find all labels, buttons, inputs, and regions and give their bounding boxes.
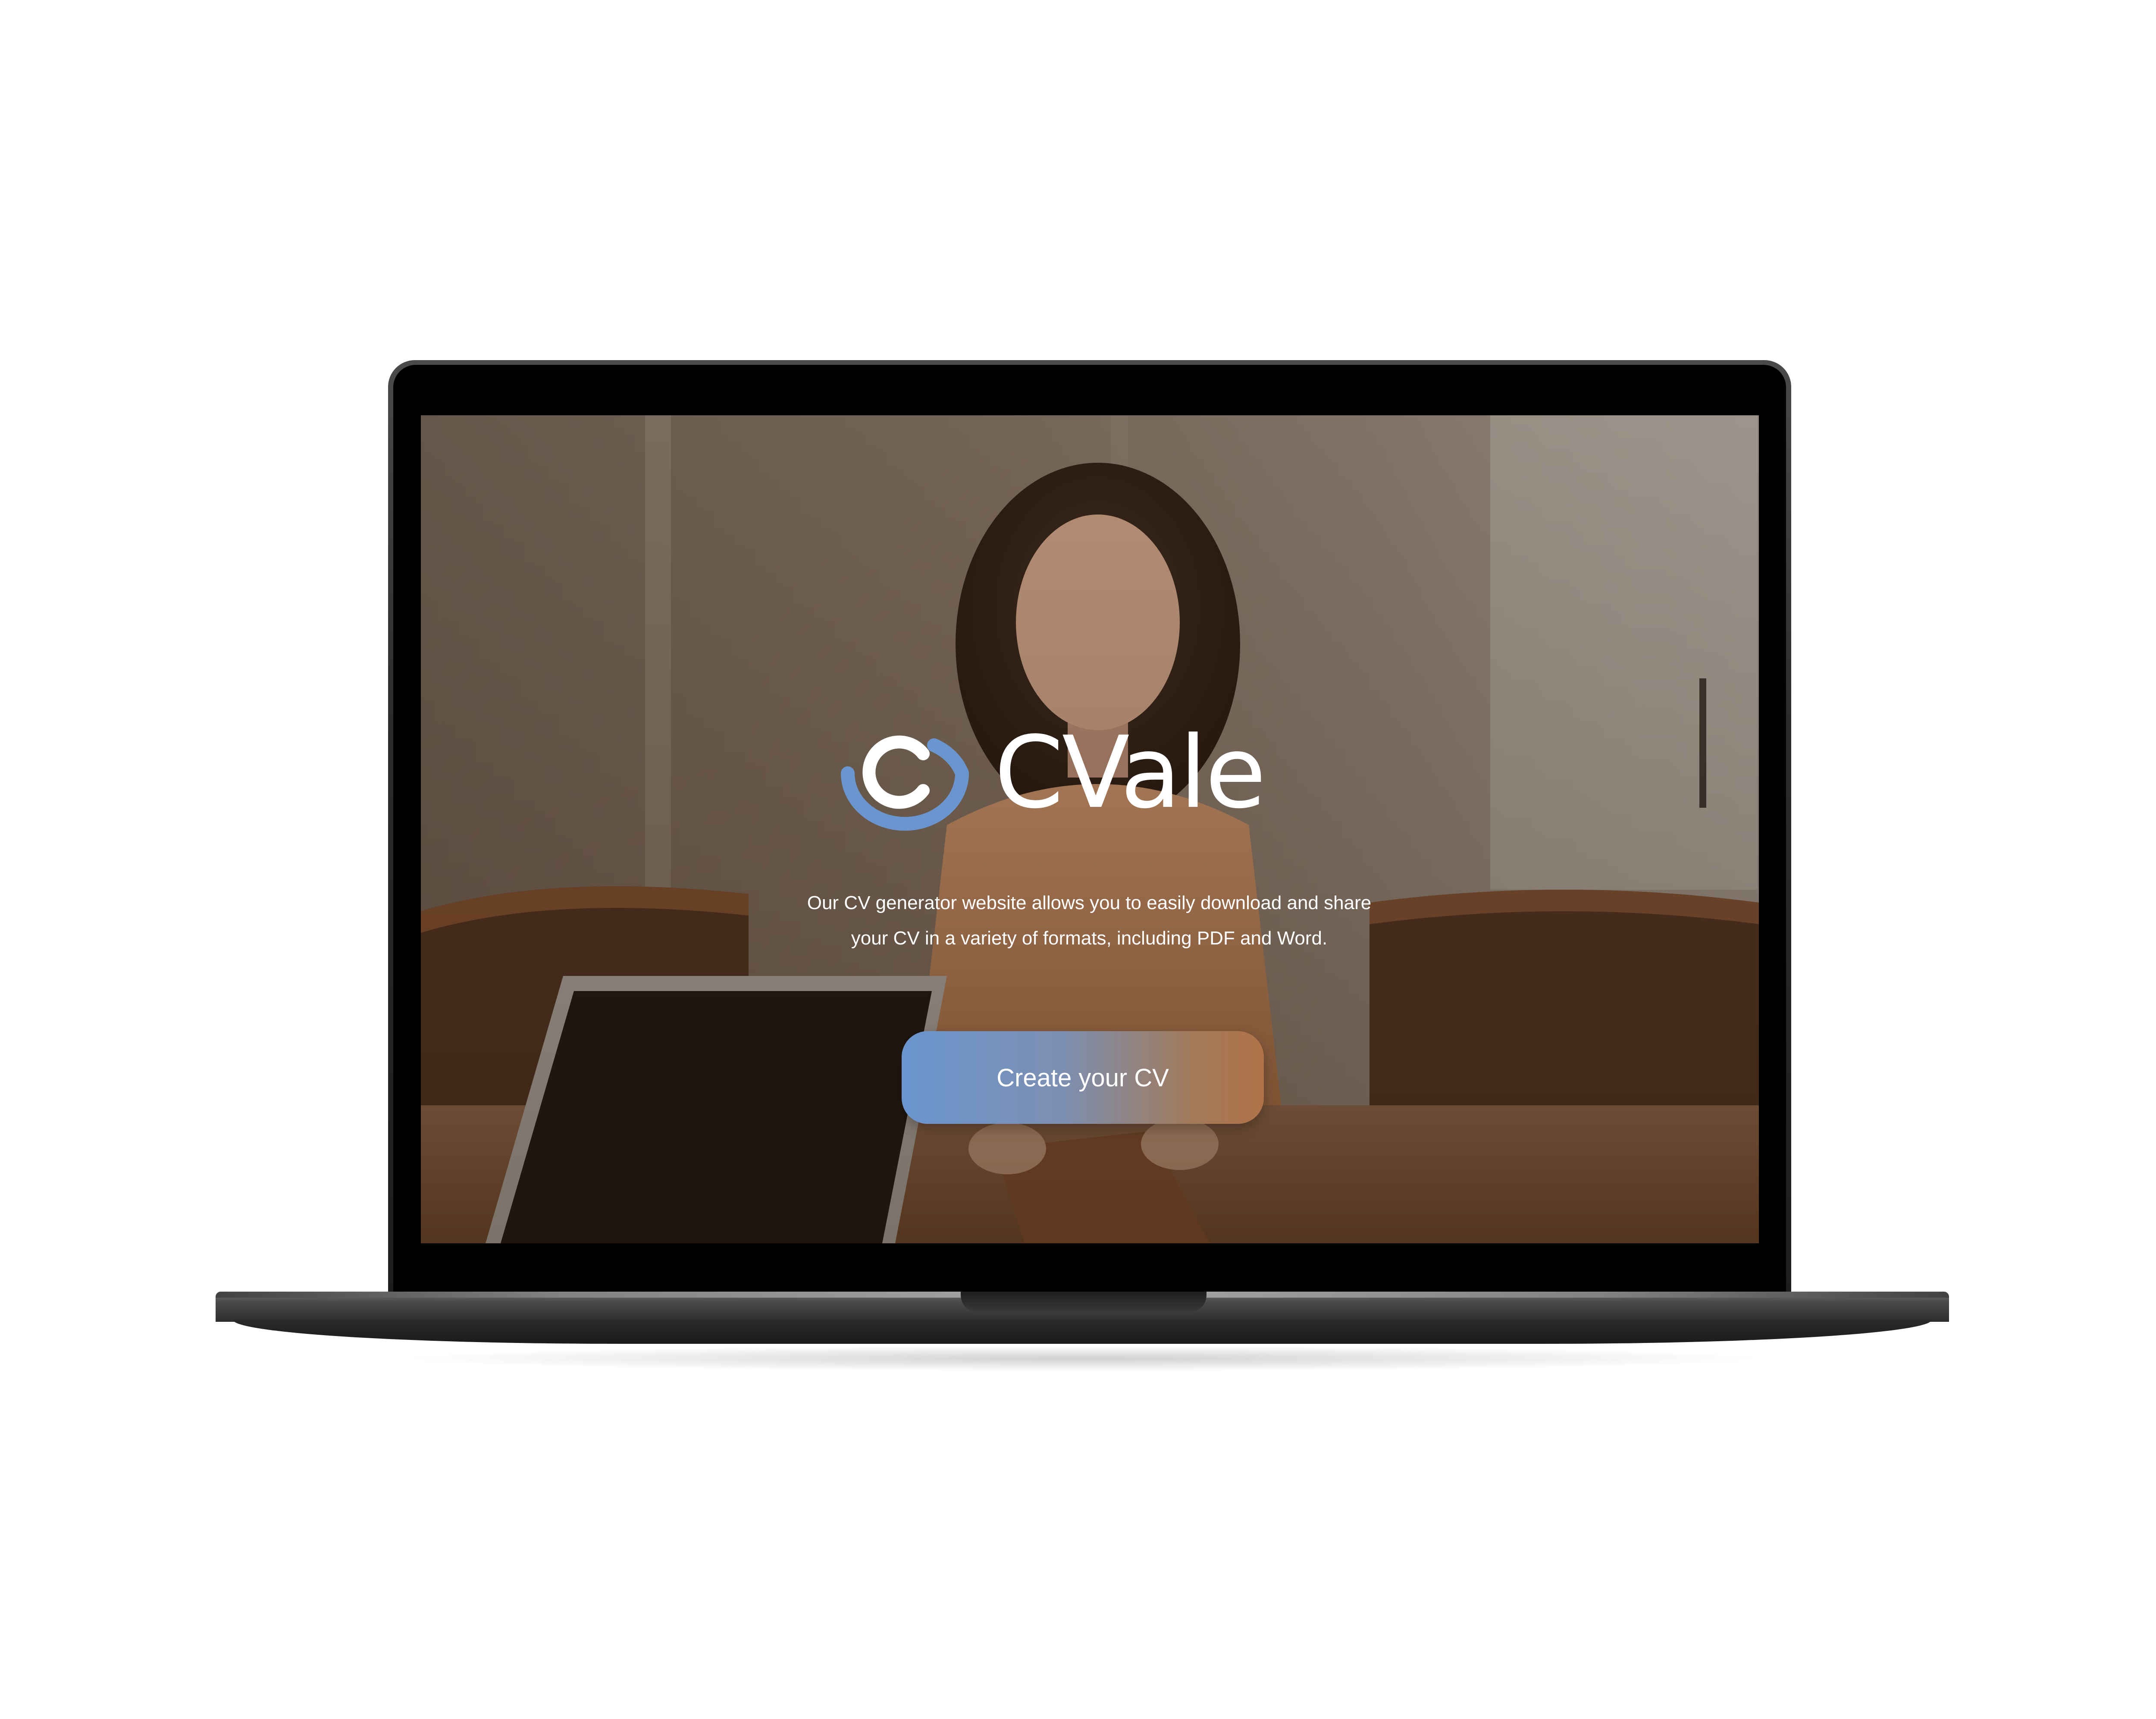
tagline-line-1: Our CV generator website allows you to e… <box>807 892 1372 913</box>
create-cv-button[interactable]: Create your CV <box>902 1031 1264 1124</box>
brand-lockup: CVale <box>835 715 1352 831</box>
laptop-shadow <box>388 1346 1777 1371</box>
laptop-screen: CVale Our CV generator website allows yo… <box>421 415 1759 1243</box>
laptop-hinge-notch <box>961 1292 1206 1312</box>
hero-tagline: Our CV generator website allows you to e… <box>723 885 1456 956</box>
cvalue-logo-icon <box>841 735 969 831</box>
laptop-base-lip <box>233 1320 1932 1344</box>
mockup-stage: CVale Our CV generator website allows yo… <box>0 0 2156 1719</box>
hero-section: CVale Our CV generator website allows yo… <box>421 415 1759 1243</box>
brand-name: CVale <box>994 715 1266 831</box>
tagline-line-2: your CV in a variety of formats, includi… <box>851 928 1328 949</box>
